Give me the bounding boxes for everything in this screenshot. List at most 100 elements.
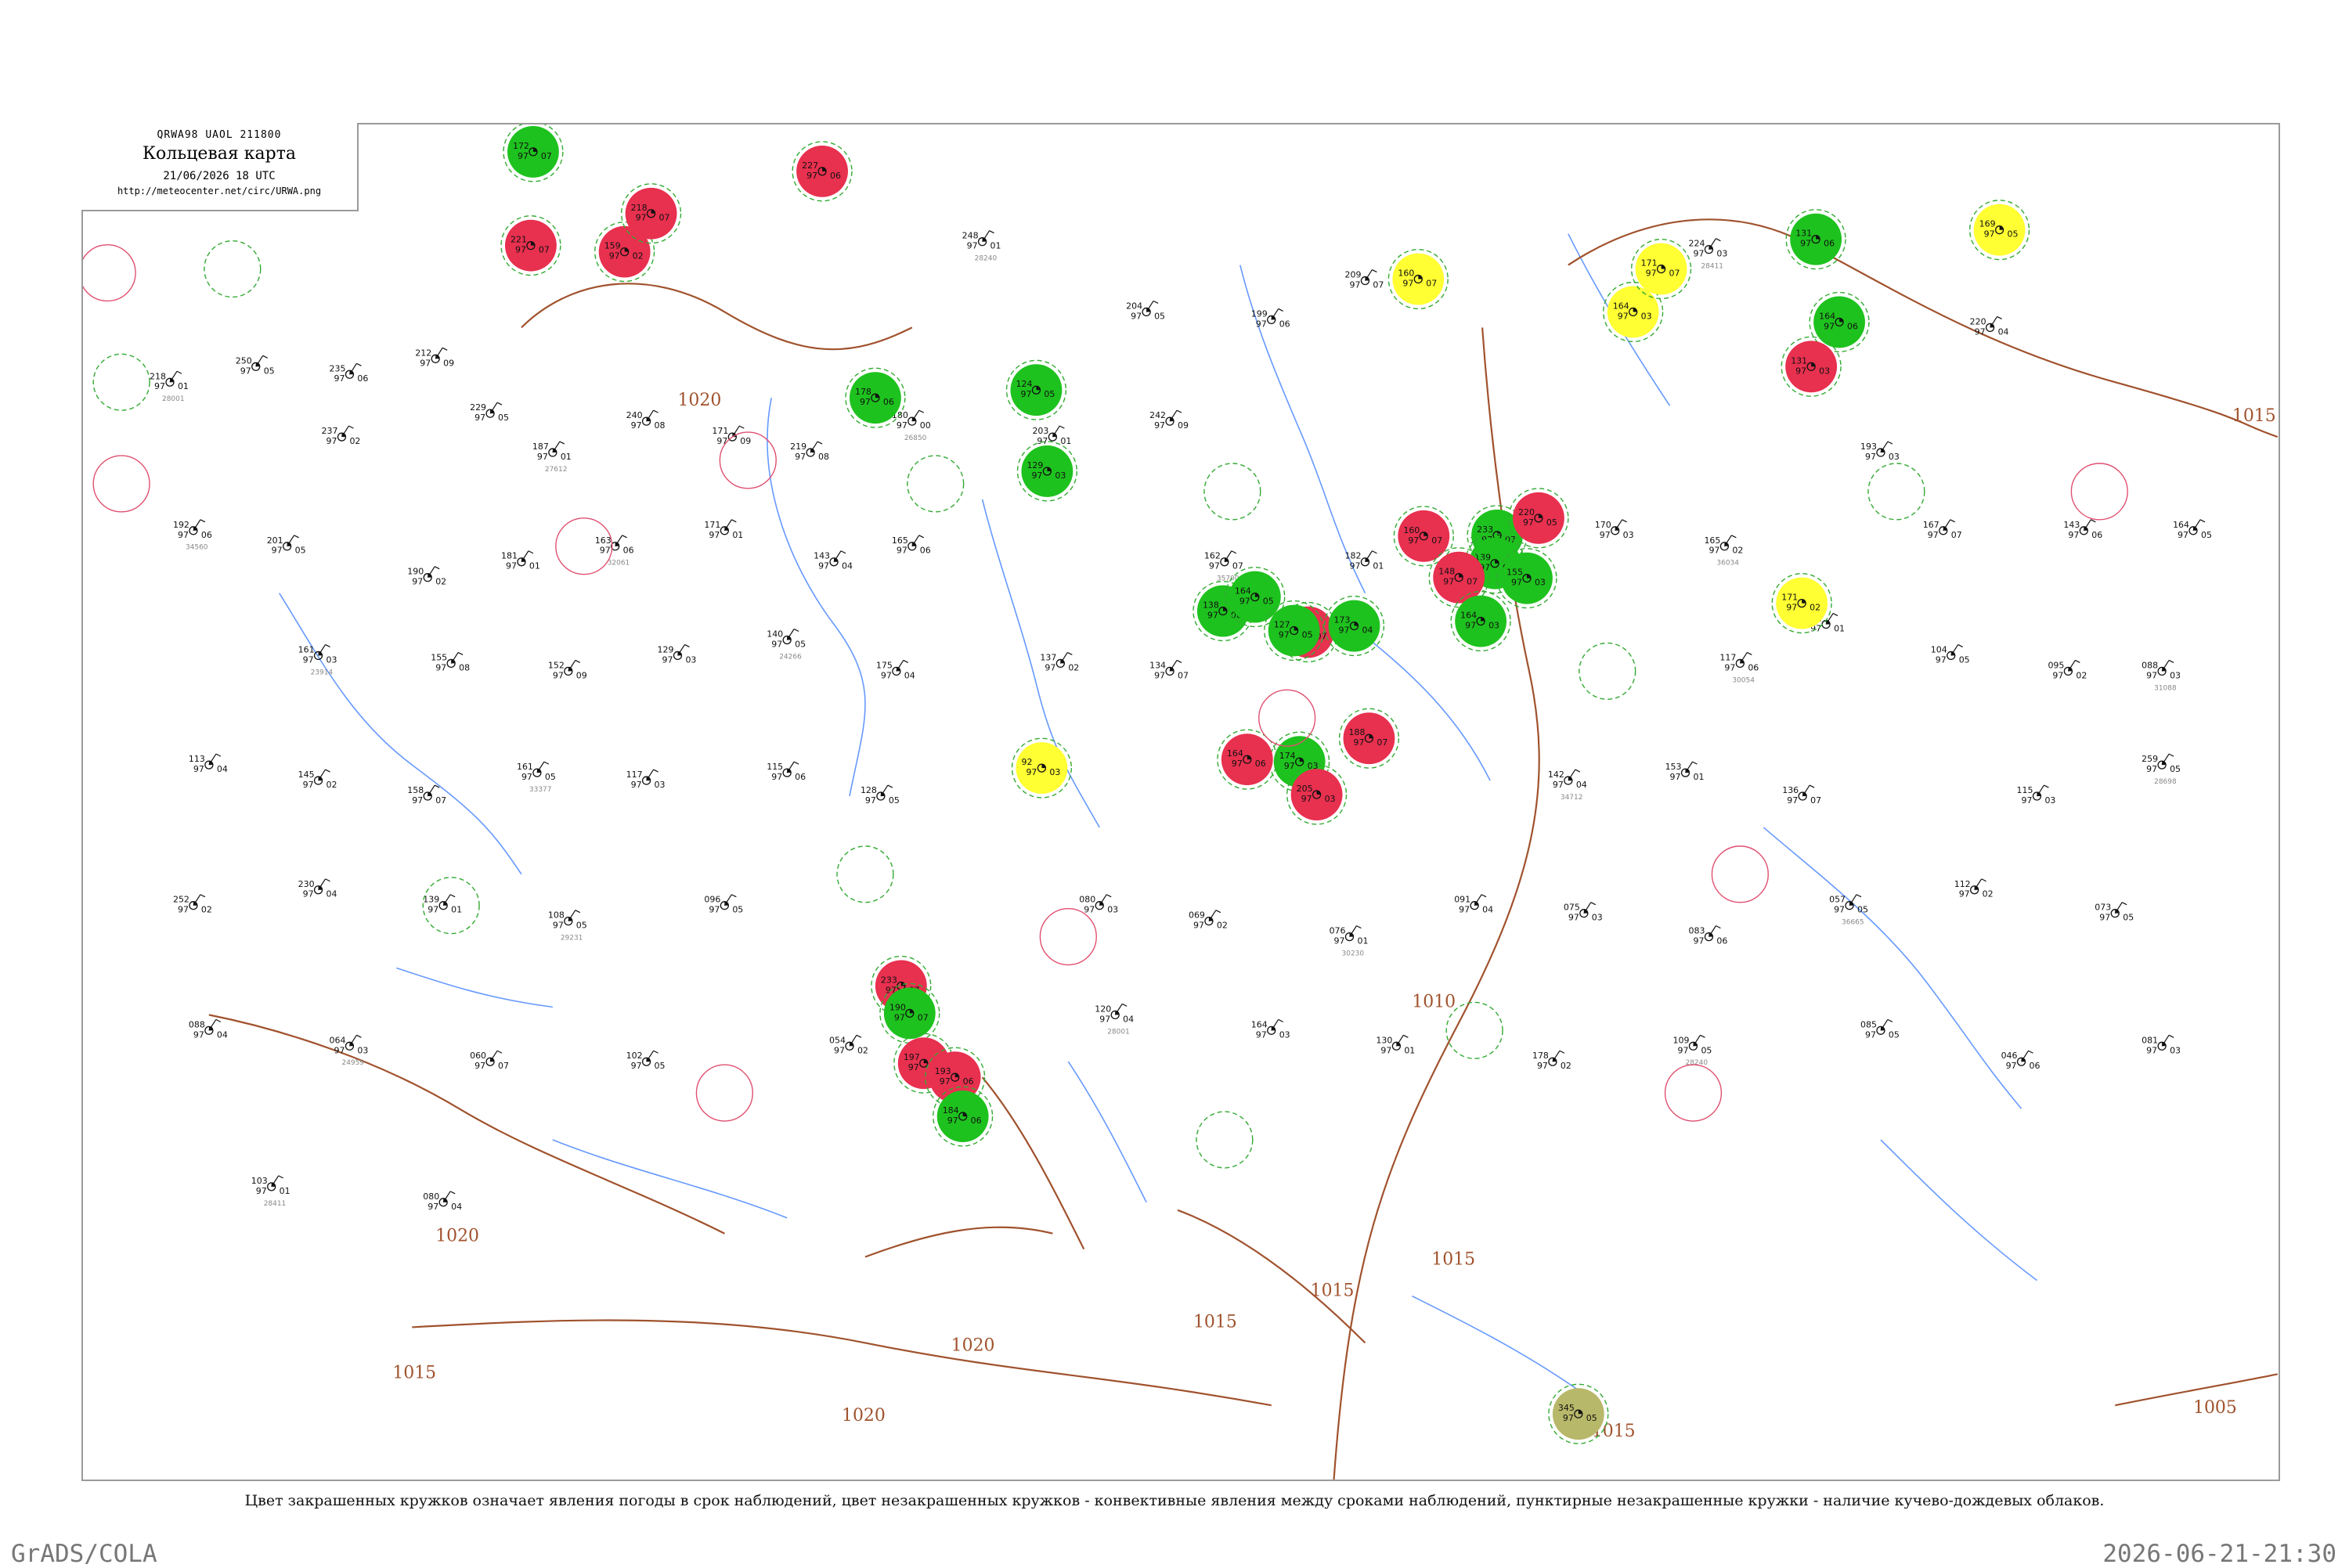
wind-barb-feather [294, 535, 299, 539]
wind-barb-feather [325, 878, 330, 882]
station-value: 04 [1576, 780, 1587, 790]
station-plot: 19297 06 34560 [173, 519, 212, 552]
wind-barb-feather [1590, 902, 1597, 906]
station-value: 97 [1959, 889, 1970, 899]
weather-circles-layer: 17297 0722197 07 15997 0221897 0722797 0617897… [83, 124, 2128, 1444]
wind-barb-feather [1372, 550, 1377, 554]
station-value: 97 [1568, 913, 1579, 923]
station-value: 03 [1325, 794, 1336, 804]
station-value: 155 [1506, 568, 1523, 578]
station-value: 97 [609, 251, 620, 261]
station-value: 03 [1488, 621, 1499, 631]
station-value: 02 [633, 251, 644, 261]
wind-barb-feather [2168, 753, 2174, 757]
station-value: 97 [303, 780, 314, 790]
station-value: 01 [178, 381, 189, 391]
river-line [1067, 1061, 1147, 1203]
station-value: 03 [1641, 311, 1652, 321]
wind-barb-feather [989, 230, 994, 234]
station-value: 97 [256, 1186, 267, 1196]
station-index: 24266 [779, 653, 802, 661]
station-value: 167 [1923, 520, 1939, 530]
isobar-value-label: 1015 [392, 1363, 436, 1382]
station-value: 97 [515, 245, 526, 255]
weather-circle-yellow: 9297 03 [1011, 737, 1073, 798]
weather-circle-yellow: 16997 05 [1968, 200, 2030, 261]
station-value: 04 [451, 1202, 462, 1212]
station-value: 97 [1600, 530, 1611, 540]
wind-barb-feather [356, 1034, 362, 1038]
station-index: 36034 [1716, 560, 1739, 568]
station-value: 080 [423, 1191, 439, 1202]
station-index: 29231 [561, 935, 583, 943]
station-value: 069 [1189, 910, 1205, 921]
station-value: 97 [940, 1076, 951, 1087]
station-value: 09 [576, 670, 587, 680]
station-value: 04 [1482, 905, 1493, 915]
station-value: 97 [636, 213, 647, 223]
station-value: 164 [1819, 311, 1835, 321]
station-value: 05 [264, 366, 275, 376]
station-value: 06 [623, 546, 634, 556]
station-value: 02 [1561, 1061, 1571, 1071]
station-value: 97 [1154, 670, 1165, 680]
station-value: 250 [236, 355, 252, 366]
station-value: 204 [1126, 301, 1142, 311]
station-value: 01 [561, 452, 572, 462]
weather-circle-yellow: 16097 07 [1387, 248, 1449, 310]
station-value: 97 [1563, 1413, 1574, 1423]
station-value: 224 [1689, 239, 1705, 249]
station-value: 00 [920, 420, 931, 431]
station-plot: 08397 06 [1689, 925, 1727, 946]
wind-barb-feather [442, 347, 448, 351]
source-url[interactable]: http://meteocenter.net/circ/URWA.png [81, 186, 357, 196]
station-plot: 09597 02 [2048, 659, 2087, 680]
station-value: 05 [1044, 389, 1055, 399]
wind-barb-feather [1403, 1034, 1409, 1038]
station-value: 06 [1847, 321, 1858, 331]
station-value: 97 [334, 1045, 345, 1055]
station-value: 05 [545, 772, 556, 782]
station-value: 97 [1350, 561, 1361, 571]
station-value: 97 [327, 436, 337, 446]
station-value: 203 [1032, 426, 1048, 436]
station-value: 97 [1465, 621, 1476, 631]
station-value: 97 [193, 1029, 204, 1040]
station-value: 06 [1824, 239, 1835, 249]
wind-barb-feather [325, 643, 330, 647]
station-value: 03 [655, 780, 666, 790]
wind-barb-feather [1067, 651, 1073, 655]
station-value: 02 [327, 780, 337, 790]
station-value: 97 [303, 654, 314, 665]
isobar-value-label: 1020 [677, 391, 721, 410]
station-index: 27612 [545, 466, 568, 474]
wind-barb-feather [2075, 659, 2080, 663]
station-plot: 23797 02 [322, 425, 360, 446]
station-value: 095 [2048, 660, 2064, 670]
station-plot: 08097 04 [423, 1191, 462, 1212]
station-value: 97 [1646, 269, 1657, 279]
wind-barb-feather [1716, 238, 1721, 242]
station-plot: 11297 02 [1954, 878, 1994, 899]
station-value: 190 [889, 1002, 906, 1012]
station-value: 07 [1951, 530, 1962, 540]
station-value: 08 [459, 662, 470, 672]
wind-barb-feather [575, 659, 581, 663]
station-value: 07 [1426, 279, 1437, 289]
station-plot: 22097 04 [1970, 315, 2009, 337]
station-value: 07 [1431, 535, 1442, 546]
station-plot: 06997 02 [1189, 910, 1228, 931]
station-plot: 12897 05 [861, 784, 900, 806]
station-value: 03 [2170, 1045, 2181, 1055]
station-value: 06 [883, 397, 894, 407]
station-value: 02 [349, 436, 360, 446]
cumulonimbus-ring [836, 845, 894, 903]
station-value: 128 [861, 785, 877, 795]
river-line [767, 398, 866, 797]
cumulonimbus-ring [907, 455, 965, 513]
station-value: 162 [1204, 551, 1221, 561]
station-value: 97 [518, 151, 529, 161]
station-value: 03 [1049, 767, 1060, 777]
station-value: 07 [1373, 280, 1384, 290]
wind-barb-feather [1832, 613, 1838, 617]
